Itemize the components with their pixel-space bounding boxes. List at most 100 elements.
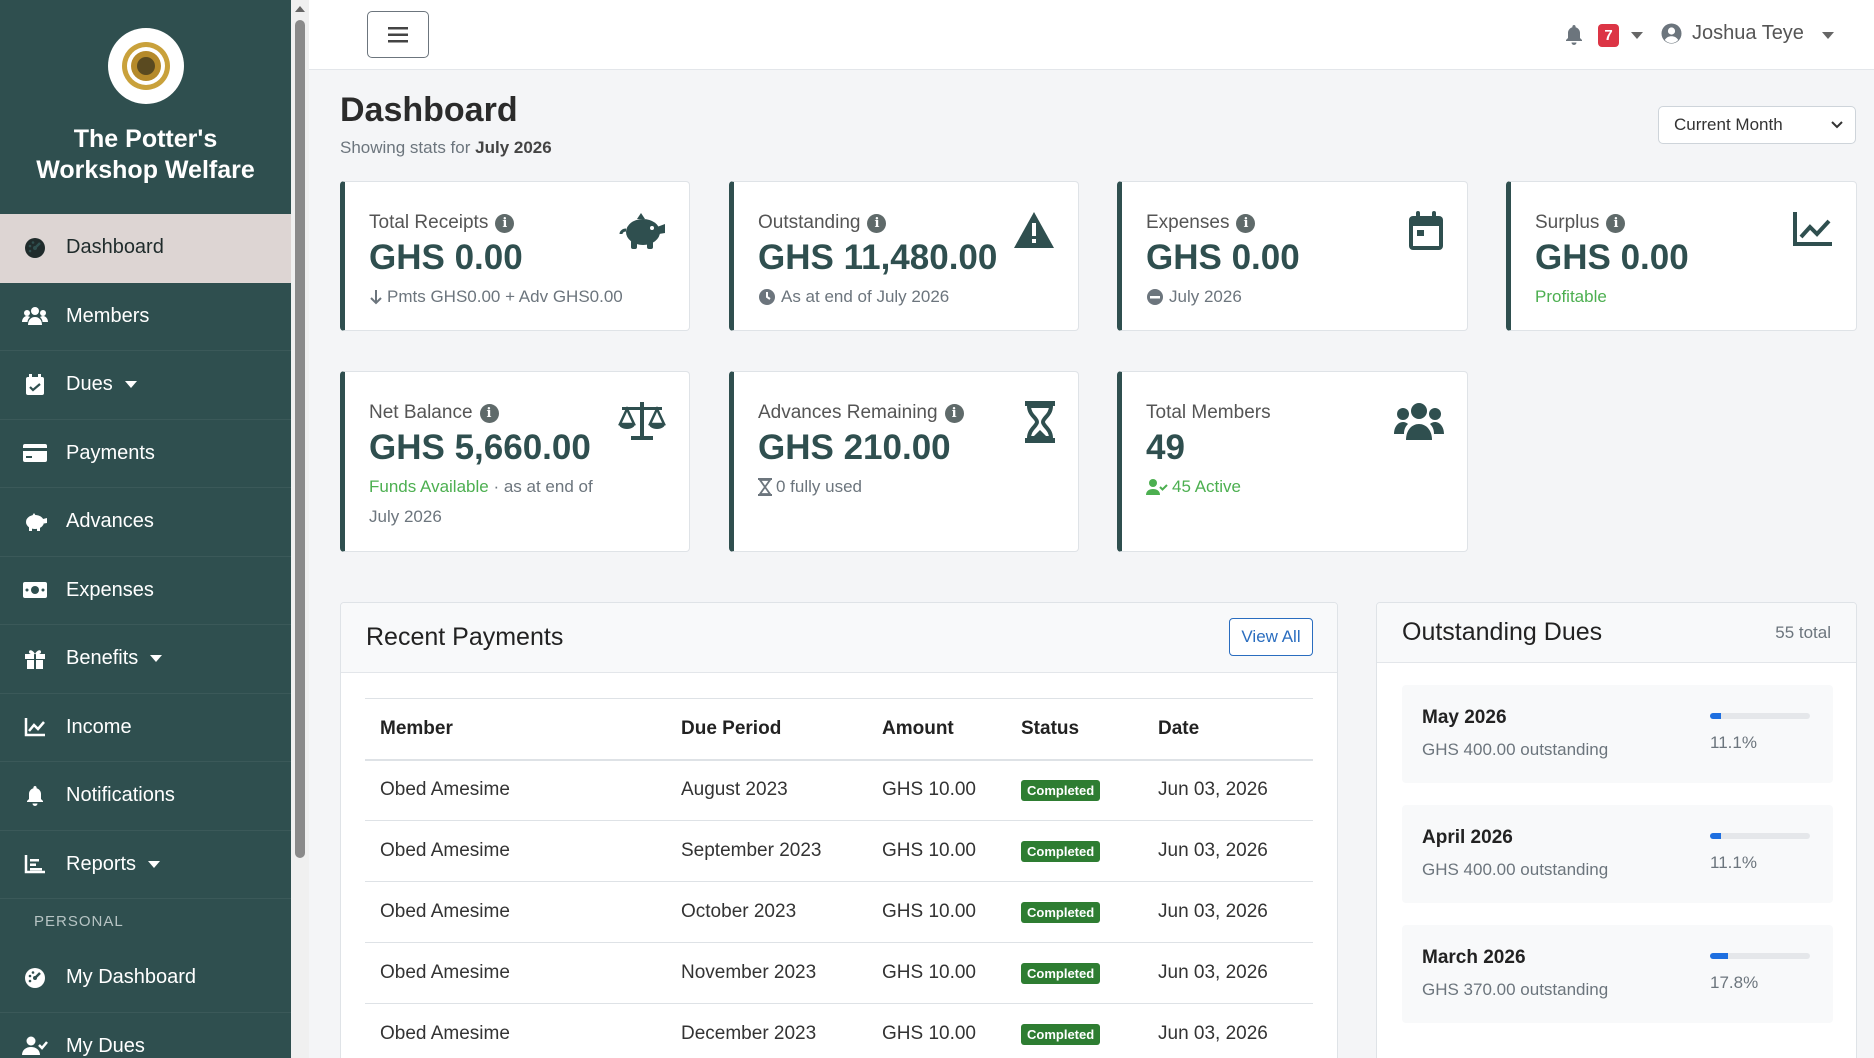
sidebar-item-dues[interactable]: Dues [0,351,291,420]
users-icon [1394,403,1444,440]
sidebar-item-benefits[interactable]: Benefits [0,625,291,694]
arrow-down-icon [370,290,382,305]
stat-card-expenses: Expenses i GHS 0.00 July 2026 [1117,181,1468,331]
table-cell: Obed Amesime [365,881,666,943]
period-select[interactable]: Current Month [1658,106,1856,144]
column-header[interactable]: Status [1006,698,1143,761]
recent-payments-header: Recent Payments View All [341,603,1337,673]
scroll-thumb[interactable] [295,20,305,858]
sidebar-item-label: Dashboard [66,236,164,259]
column-header[interactable]: Due Period [666,698,867,761]
notification-count-badge[interactable]: 7 [1598,24,1619,47]
money-bill-icon [22,578,48,602]
stat-label: Surplus i [1535,212,1626,234]
info-icon[interactable]: i [944,403,964,423]
outstanding-due-item[interactable]: May 2026 GHS 400.00 outstanding 11.1% [1402,685,1833,783]
due-progress-bar [1710,833,1810,839]
column-header[interactable]: Amount [867,698,1006,761]
due-month: March 2026 [1422,947,1526,968]
stat-note: Pmts GHS0.00 + Adv GHS0.00 [369,282,623,312]
sidebar-item-expenses[interactable]: Expenses [0,557,291,625]
sidebar-item-my-dues[interactable]: My Dues [0,1013,291,1058]
stat-note: Profitable [1535,287,1607,306]
table-cell: Obed Amesime [365,759,666,821]
user-circle-icon [1661,23,1682,44]
due-amount: GHS 370.00 outstanding [1422,980,1609,999]
caret-down-icon [124,381,137,389]
due-percent: 11.1% [1710,733,1757,752]
outstanding-due-item[interactable]: April 2026 GHS 400.00 outstanding 11.1% [1402,805,1833,903]
stat-note: 0 fully used [758,472,862,502]
brand-title: The Potter's Workshop Welfare [36,125,255,184]
stat-card-surplus: Surplus i GHS 0.00 Profitable [1506,181,1857,331]
sidebar-section-personal: PERSONAL [34,913,124,930]
piggy-bank-icon [22,510,48,534]
table-cell: Obed Amesime [365,942,666,1004]
sidebar-item-notifications[interactable]: Notifications [0,762,291,831]
table-row[interactable]: Obed Amesime September 2023 GHS 10.00 Compl… [365,820,1313,882]
table-row[interactable]: Obed Amesime October 2023 GHS 10.00 Complet… [365,881,1313,943]
view-all-button[interactable]: View All [1229,618,1313,656]
table-row[interactable]: Obed Amesime December 2023 GHS 10.00 Comple… [365,1003,1313,1058]
sidebar-item-reports[interactable]: Reports [0,831,291,899]
stat-note: As at end of July 2026 [758,282,949,312]
table-cell: December 2023 [666,1003,867,1058]
scroll-up-arrow-icon[interactable] [295,6,305,12]
sidebar-item-label: Members [66,304,150,327]
caret-down-icon [150,655,163,663]
column-header[interactable]: Member [365,698,666,761]
chart-bar-icon [22,852,48,876]
table-row[interactable]: Obed Amesime November 2023 GHS 10.00 Comple… [365,942,1313,1004]
info-icon[interactable]: i [495,213,515,233]
info-icon[interactable]: i [1606,213,1626,233]
table-row[interactable]: Obed Amesime August 2023 GHS 10.00 Complete… [365,759,1313,821]
status-cell: Completed [1006,1003,1143,1058]
brand-logo[interactable] [107,28,184,104]
user-check-icon [1146,479,1168,495]
table-cell: GHS 10.00 [867,1003,1006,1058]
column-header[interactable]: Date [1143,698,1313,761]
page-subtitle-prefix: Showing stats for [340,138,471,157]
sidebar-item-income[interactable]: Income [0,694,291,762]
calendar-icon [1409,211,1443,250]
info-icon[interactable]: i [1236,213,1256,233]
table-cell: Obed Amesime [365,820,666,882]
sidebar-item-my-dashboard[interactable]: My Dashboard [0,944,291,1013]
due-percent: 11.1% [1710,853,1757,872]
sidebar-toggle-button[interactable] [367,11,429,58]
user-caret-icon[interactable] [1822,32,1834,39]
stat-label: Total Receipts i [369,212,515,234]
stat-value: GHS 0.00 [1535,238,1689,277]
table-cell: Jun 03, 2026 [1143,820,1313,882]
sidebar-item-payments[interactable]: Payments [0,420,291,488]
outstanding-due-item[interactable]: March 2026 GHS 370.00 outstanding 17.8% [1402,925,1833,1023]
notifications-caret-icon[interactable] [1631,32,1643,39]
status-badge: Completed [1021,902,1101,923]
table-cell: September 2023 [666,820,867,882]
table-cell: Jun 03, 2026 [1143,759,1313,821]
page-title: Dashboard [340,91,518,129]
outstanding-dues-header: Outstanding Dues 55 total [1377,603,1856,663]
table-header-row: Member Due Period Amount Status Date [365,698,1313,761]
sidebar-item-advances[interactable]: Advances [0,488,291,557]
info-icon[interactable]: i [479,403,499,423]
user-menu[interactable]: Joshua Teye [1661,22,1804,45]
sidebar-item-dashboard[interactable]: Dashboard [0,214,291,283]
sidebar-item-label: Payments [66,441,155,464]
info-icon[interactable]: i [867,213,887,233]
users-icon [22,304,48,328]
due-percent: 17.8% [1710,973,1759,992]
notifications-toggle[interactable] [1564,24,1584,51]
sidebar-scrollbar[interactable] [291,0,309,1058]
stat-card-total-receipts: Total Receipts i GHS 0.00 Pmts GHS0.00 + … [340,181,690,331]
stat-label: Outstanding i [758,212,887,234]
outstanding-dues-total: 55 total [1775,623,1831,642]
chart-line-icon [1793,212,1832,246]
sidebar-item-label: Reports [66,852,137,875]
sidebar-item-members[interactable]: Members [0,283,291,351]
calendar-check-icon [22,373,48,397]
table-cell: GHS 10.00 [867,820,1006,882]
due-amount: GHS 400.00 outstanding [1422,860,1609,879]
chart-line-icon [22,715,48,739]
stat-value: GHS 210.00 [758,428,951,467]
